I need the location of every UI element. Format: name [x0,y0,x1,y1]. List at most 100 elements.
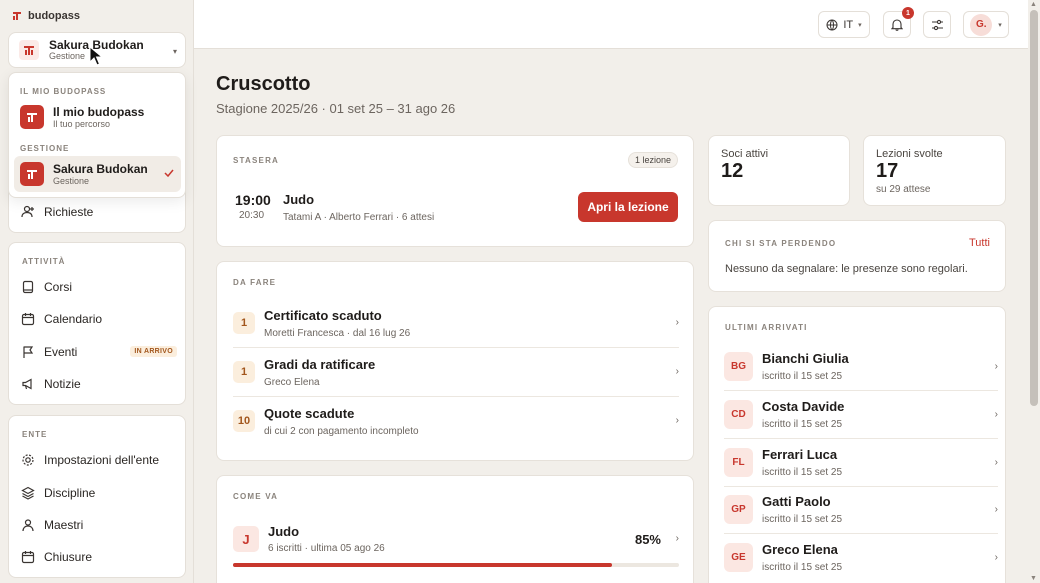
megaphone-icon [21,377,35,391]
stat-label: Lezioni svolte [876,148,943,160]
tonight-card: STASERA 1 lezione 19:00 20:30 Judo Tatam… [216,135,694,247]
dropdown-manage-sub: Gestione [53,175,90,186]
todo-item[interactable]: 1 Certificato scaduto Moretti Francesca … [233,300,679,348]
brand-name: budopass [28,10,80,22]
sidebar-item-news[interactable]: Notizie [21,372,177,396]
dropdown-manage-title: Sakura Budokan [53,161,148,176]
sidebar-item-disciplines[interactable]: Discipline [21,481,177,505]
progress-card: COME VA J Judo 6 iscritti · ultima 05 ag… [216,475,694,583]
member-name: Ferrari Luca [762,447,838,462]
dropdown-item-sakura[interactable]: Sakura Budokan Gestione [14,156,181,192]
member-joined: iscritto il 15 set 25 [762,562,843,573]
chevron-right-icon: › [675,366,679,377]
list-item[interactable]: CD Costa Davide iscritto il 15 set 25 › [724,392,998,439]
stat-value: 12 [721,160,744,182]
brand[interactable]: budopass [12,10,80,22]
globe-icon [826,19,838,30]
sidebar-item-label: Eventi [44,345,78,359]
user-menu-button[interactable]: G. ▾ [963,11,1009,38]
list-item[interactable]: GP Gatti Paolo iscritto il 15 set 25 › [724,487,998,534]
member-name: Bianchi Giulia [762,351,849,366]
bell-icon [891,19,903,31]
chevron-right-icon: › [994,504,998,515]
todo-subtitle: Moretti Francesca · dal 16 lug 26 [264,328,411,339]
sidebar-item-calendar[interactable]: Calendario [21,307,177,331]
language-selector[interactable]: IT ▾ [818,11,870,38]
sidebar-section-entity: ENTE [22,430,48,439]
language-code: IT [843,18,854,31]
sidebar-item-courses[interactable]: Corsi [21,275,177,299]
card-label: STASERA [233,156,280,165]
top-bar: IT ▾ 1 G. ▾ [194,0,1028,49]
member-initials: FL [724,448,753,477]
member-joined: iscritto il 15 set 25 [762,514,843,525]
member-initials: GE [724,543,753,572]
list-item[interactable]: BG Bianchi Giulia iscritto il 15 set 25 … [724,344,998,391]
todo-item[interactable]: 10 Quote scadute di cui 2 con pagamento … [233,398,679,446]
sidebar-item-settings[interactable]: Impostazioni dell'ente [21,448,177,472]
member-joined: iscritto il 15 set 25 [762,419,843,430]
lesson-start-time: 19:00 [235,192,271,208]
chevron-right-icon: › [994,457,998,468]
calendar-off-icon [21,550,35,564]
card-label: COME VA [233,492,279,501]
sidebar-item-label: Chiusure [44,550,93,564]
sidebar-item-label: Discipline [44,486,96,500]
mouse-cursor-icon [89,46,103,66]
sidebar-item-label: Maestri [44,518,84,532]
course-progress-row[interactable]: J Judo 6 iscritti · ultima 05 ago 26 85%… [233,524,679,558]
sidebar-item-label: Notizie [44,377,81,391]
dropdown-mine-sub: Il tuo percorso [53,118,111,129]
sidebar-item-requests[interactable]: Richieste [21,200,177,224]
sidebar-item-label: Corsi [44,280,73,294]
course-attendance-percent: 85% [634,532,661,547]
chevron-right-icon: › [675,415,679,426]
layers-icon [21,486,35,500]
flag-icon [21,345,35,359]
entity-logo-icon [19,40,39,60]
entity-logo-icon [20,162,44,186]
sidebar-section-activity: ATTIVITÀ [22,257,66,266]
budopass-logo-icon [13,12,21,20]
attendance-progress-bar [233,563,679,567]
open-lesson-button[interactable]: Apri la lezione [578,192,678,222]
filters-button[interactable] [923,11,951,38]
stat-label: Soci attivi [721,148,769,160]
chevron-right-icon: › [994,361,998,372]
sidebar-item-teachers[interactable]: Maestri [21,513,177,537]
chevron-right-icon: › [994,552,998,563]
notifications-button[interactable]: 1 [883,7,914,38]
check-icon [164,169,174,178]
member-name: Gatti Paolo [762,494,831,509]
chevron-right-icon: › [675,317,679,328]
chevron-down-icon: ▾ [998,21,1002,29]
scrollbar-thumb[interactable] [1030,10,1038,406]
todo-subtitle: Greco Elena [264,377,320,388]
nav-card-activity: ATTIVITÀ Corsi Calendario Eventi IN ARRI… [8,242,186,405]
todo-title: Certificato scaduto [264,308,382,323]
dropdown-item-mine[interactable]: Il mio budopass Il tuo percorso [14,99,181,135]
avatar: G. [970,13,993,36]
lesson-meta: Tatami A · Alberto Ferrari · 6 attesi [283,212,435,223]
scroll-up-icon[interactable]: ▲ [1030,1,1037,8]
book-icon [21,280,35,294]
member-initials: BG [724,352,753,381]
todo-subtitle: di cui 2 con pagamento incompleto [264,426,419,437]
todo-item[interactable]: 1 Gradi da ratificare Greco Elena › [233,349,679,397]
see-all-link[interactable]: Tutti [969,237,990,249]
stat-subtitle: su 29 attese [876,184,931,195]
scroll-down-icon[interactable]: ▼ [1030,575,1037,582]
todo-card: DA FARE 1 Certificato scaduto Moretti Fr… [216,261,694,461]
sidebar-item-label: Richieste [44,205,94,219]
list-item[interactable]: FL Ferrari Luca iscritto il 15 set 25 › [724,440,998,487]
course-meta: 6 iscritti · ultima 05 ago 26 [268,543,385,554]
sidebar-item-events[interactable]: Eventi IN ARRIVO [21,340,177,364]
lesson-name[interactable]: Judo [283,192,314,207]
sidebar-item-closures[interactable]: Chiusure [21,545,177,569]
todo-count-badge: 10 [233,410,255,432]
lesson-end-time: 20:30 [239,210,265,221]
coming-soon-badge: IN ARRIVO [130,346,177,357]
page-scrollbar[interactable]: ▲ ▼ [1028,0,1040,583]
list-item[interactable]: GE Greco Elena iscritto il 15 set 25 › [724,535,998,582]
calendar-icon [21,312,35,326]
